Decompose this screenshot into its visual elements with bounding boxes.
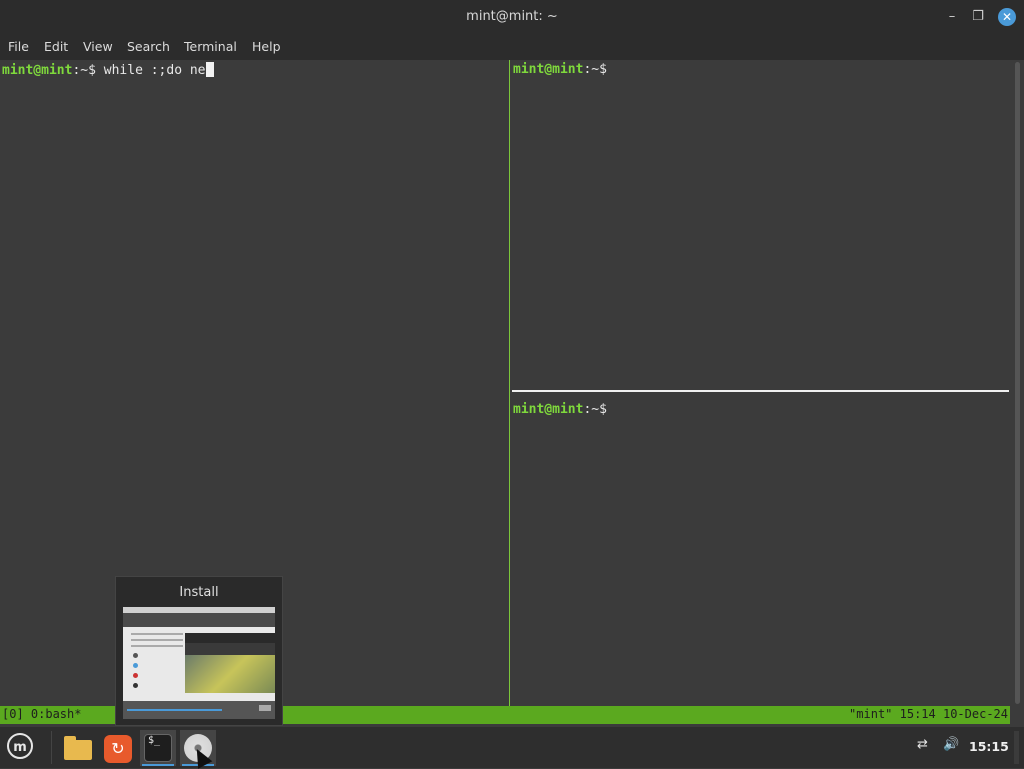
thumbnail-text xyxy=(131,633,183,651)
preview-title: Install xyxy=(179,585,219,600)
minimize-icon[interactable]: – xyxy=(943,8,961,26)
vertical-pane-divider[interactable] xyxy=(509,60,510,706)
folder-icon xyxy=(64,736,92,760)
status-left: [0] 0:bash* xyxy=(2,707,82,721)
prompt-user: mint@mint xyxy=(513,402,584,417)
files-app-button[interactable] xyxy=(60,730,96,766)
clock[interactable]: 15:15 xyxy=(969,739,1009,754)
show-desktop-button[interactable] xyxy=(1014,731,1019,764)
linux-mint-logo-icon: m xyxy=(7,733,33,759)
command-text: while :;do ne xyxy=(95,63,206,78)
pane-top-right[interactable]: mint@mint:~$ xyxy=(511,60,1010,390)
prompt-line-left: mint@mint:~$ while :;do ne xyxy=(2,62,214,78)
menu-terminal[interactable]: Terminal xyxy=(184,39,237,54)
menu-edit[interactable]: Edit xyxy=(44,39,68,54)
status-right: "mint" 15:14 10-Dec-24 xyxy=(849,707,1008,721)
window-title: mint@mint: ~ xyxy=(466,9,558,24)
thumbnail-app-window xyxy=(185,633,275,693)
thumbnail-toolbar xyxy=(185,633,275,643)
prompt-user: mint@mint xyxy=(2,63,73,78)
pane-bottom-right[interactable]: mint@mint:~$ xyxy=(511,400,1010,706)
update-icon: ↻ xyxy=(104,735,132,763)
thumbnail-photo xyxy=(185,655,275,693)
menu-bar: File Edit View Search Terminal Help xyxy=(0,34,1024,60)
status-gap xyxy=(1010,706,1024,724)
start-menu-button[interactable]: m xyxy=(3,730,39,766)
text-cursor xyxy=(205,62,214,77)
thumbnail-footer xyxy=(123,701,275,719)
window-preview-popup[interactable]: Install xyxy=(115,576,283,726)
volume-icon[interactable]: 🔊 xyxy=(943,737,959,752)
thumbnail-header xyxy=(123,613,275,627)
update-manager-button[interactable]: ↻ xyxy=(100,730,136,766)
close-icon[interactable]: ✕ xyxy=(998,8,1016,26)
prompt-path: :~$ xyxy=(72,63,96,78)
terminal-icon: $_ xyxy=(144,734,172,762)
taskbar-separator xyxy=(51,731,52,764)
prompt-line-bottom-right: mint@mint:~$ xyxy=(513,402,607,417)
prompt-path: :~$ xyxy=(583,402,607,417)
network-disconnected-icon[interactable]: ⇄ xyxy=(917,737,928,752)
scrollbar[interactable] xyxy=(1010,60,1024,706)
active-indicator xyxy=(142,764,174,766)
thumbnail-options xyxy=(133,653,138,693)
menu-file[interactable]: File xyxy=(8,39,29,54)
prompt-line-top-right: mint@mint:~$ xyxy=(513,62,607,77)
menu-search[interactable]: Search xyxy=(127,39,170,54)
thumbnail-progress xyxy=(127,709,222,711)
preview-thumbnail[interactable] xyxy=(123,607,275,719)
terminal-app-button[interactable]: $_ xyxy=(140,730,176,766)
maximize-icon[interactable]: ❐ xyxy=(969,8,987,26)
prompt-user: mint@mint xyxy=(513,62,584,77)
scrollbar-thumb[interactable] xyxy=(1015,62,1020,704)
menu-view[interactable]: View xyxy=(83,39,113,54)
title-bar: mint@mint: ~ – ❐ ✕ xyxy=(0,0,1024,34)
thumbnail-button xyxy=(259,705,271,711)
horizontal-pane-divider[interactable] xyxy=(512,390,1009,392)
prompt-path: :~$ xyxy=(583,62,607,77)
menu-help[interactable]: Help xyxy=(252,39,281,54)
